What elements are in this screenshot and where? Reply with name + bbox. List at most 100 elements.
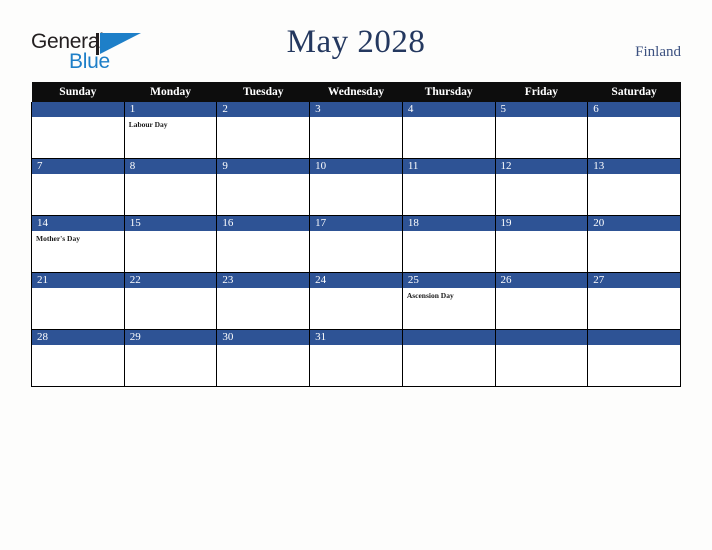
day-events xyxy=(588,117,680,120)
calendar-day-cell[interactable]: 9 xyxy=(216,158,311,216)
day-events xyxy=(217,174,309,177)
calendar-day-cell[interactable] xyxy=(401,329,496,387)
calendar-week-row: 28 29 30 31 xyxy=(31,329,681,387)
calendar-day-cell[interactable]: 14 Mother's Day xyxy=(31,215,125,273)
day-events xyxy=(588,288,680,291)
day-number: 3 xyxy=(310,102,402,117)
calendar-day-cell[interactable]: 30 xyxy=(216,329,311,387)
day-events xyxy=(32,345,124,348)
day-events xyxy=(588,174,680,177)
calendar-week-row: 14 Mother's Day 15 16 17 18 19 20 xyxy=(31,215,681,273)
weekday-header-row: Sunday Monday Tuesday Wednesday Thursday… xyxy=(31,82,681,102)
calendar-day-cell[interactable] xyxy=(31,102,125,159)
calendar-day-cell[interactable]: 3 xyxy=(309,102,403,159)
day-number: 12 xyxy=(495,159,588,174)
day-number: 21 xyxy=(32,273,124,288)
calendar-day-cell[interactable]: 25 Ascension Day xyxy=(401,272,496,330)
day-events xyxy=(125,345,217,348)
day-events xyxy=(32,174,124,177)
calendar-day-cell[interactable]: 16 xyxy=(216,215,311,273)
day-number xyxy=(588,330,680,345)
day-events xyxy=(125,288,217,291)
weekday-header-tuesday: Tuesday xyxy=(216,82,310,102)
day-number: 5 xyxy=(495,102,588,117)
calendar-day-cell[interactable]: 11 xyxy=(401,158,496,216)
calendar-day-cell[interactable]: 28 xyxy=(31,329,125,387)
calendar-day-cell[interactable]: 21 xyxy=(31,272,125,330)
country-label: Finland xyxy=(635,44,681,60)
day-events xyxy=(310,345,402,348)
day-number: 23 xyxy=(217,273,310,288)
event-label: Labour Day xyxy=(128,120,168,129)
calendar-day-cell[interactable]: 4 xyxy=(401,102,496,159)
day-number: 24 xyxy=(310,273,402,288)
day-number: 14 xyxy=(32,216,124,231)
day-number: 18 xyxy=(402,216,495,231)
day-number: 13 xyxy=(588,159,680,174)
page-title: May 2028 xyxy=(286,24,426,60)
day-number: 20 xyxy=(588,216,680,231)
day-events xyxy=(403,174,495,177)
day-events xyxy=(496,345,588,348)
day-number: 19 xyxy=(495,216,588,231)
weekday-header-friday: Friday xyxy=(495,82,588,102)
day-events xyxy=(403,345,495,348)
day-number: 28 xyxy=(32,330,124,345)
event-label: Mother's Day xyxy=(36,234,80,243)
weekday-header-sunday: Sunday xyxy=(31,82,125,102)
calendar-day-cell[interactable]: 26 xyxy=(494,272,589,330)
calendar-day-cell[interactable]: 1 Labour Day xyxy=(123,102,218,159)
day-number: 27 xyxy=(588,273,680,288)
day-number: 10 xyxy=(310,159,402,174)
day-number: 17 xyxy=(310,216,402,231)
calendar-day-cell[interactable]: 27 xyxy=(587,272,681,330)
calendar-day-cell[interactable]: 19 xyxy=(494,215,589,273)
calendar-day-cell[interactable]: 7 xyxy=(31,158,125,216)
calendar-day-cell[interactable]: 12 xyxy=(494,158,589,216)
calendar-day-cell[interactable]: 17 xyxy=(309,215,403,273)
day-events xyxy=(496,288,588,291)
day-events xyxy=(217,231,309,234)
day-events xyxy=(125,174,217,177)
day-events xyxy=(588,231,680,234)
calendar-day-cell[interactable]: 2 xyxy=(216,102,311,159)
weekday-header-saturday: Saturday xyxy=(587,82,681,102)
calendar-day-cell[interactable]: 23 xyxy=(216,272,311,330)
calendar-day-cell[interactable]: 10 xyxy=(309,158,403,216)
calendar-day-cell[interactable]: 20 xyxy=(587,215,681,273)
day-events: Ascension Day xyxy=(403,288,495,301)
day-number: 6 xyxy=(588,102,680,117)
day-events xyxy=(217,117,309,120)
calendar-day-cell[interactable]: 13 xyxy=(587,158,681,216)
calendar-day-cell[interactable]: 29 xyxy=(123,329,218,387)
day-events xyxy=(496,117,588,120)
day-events xyxy=(496,231,588,234)
day-number: 30 xyxy=(217,330,310,345)
day-events xyxy=(32,117,124,120)
calendar-day-cell[interactable]: 5 xyxy=(494,102,589,159)
day-events xyxy=(125,231,217,234)
calendar-grid: Sunday Monday Tuesday Wednesday Thursday… xyxy=(31,82,681,387)
day-events: Labour Day xyxy=(125,117,217,130)
day-number: 8 xyxy=(124,159,217,174)
day-number: 2 xyxy=(217,102,310,117)
calendar-week-row: 7 8 9 10 11 12 13 xyxy=(31,158,681,216)
day-number: 29 xyxy=(124,330,217,345)
calendar-day-cell[interactable]: 6 xyxy=(587,102,681,159)
calendar-day-cell[interactable] xyxy=(587,329,681,387)
calendar-day-cell[interactable]: 24 xyxy=(309,272,403,330)
calendar-week-row: 21 22 23 24 25 Ascension Day 26 27 xyxy=(31,272,681,330)
calendar-day-cell[interactable]: 22 xyxy=(123,272,218,330)
page-header: General Blue May 2028 Finland xyxy=(0,0,712,82)
calendar-day-cell[interactable]: 15 xyxy=(123,215,218,273)
day-number: 9 xyxy=(217,159,310,174)
day-number: 26 xyxy=(495,273,588,288)
day-number xyxy=(495,330,588,345)
day-number xyxy=(32,102,124,117)
day-events xyxy=(496,174,588,177)
calendar-day-cell[interactable] xyxy=(494,329,589,387)
day-events xyxy=(403,117,495,120)
calendar-day-cell[interactable]: 18 xyxy=(401,215,496,273)
calendar-day-cell[interactable]: 31 xyxy=(309,329,403,387)
calendar-day-cell[interactable]: 8 xyxy=(123,158,218,216)
